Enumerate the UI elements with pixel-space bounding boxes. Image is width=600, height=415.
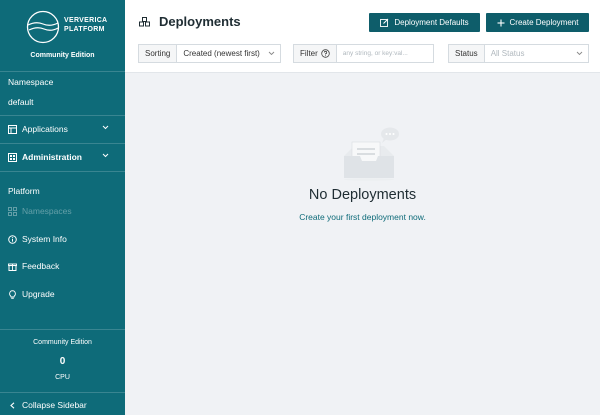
sidebar-item-label: Applications <box>22 124 68 134</box>
sidebar-item-label: Feedback <box>22 261 60 271</box>
create-deployment-label: Create Deployment <box>509 18 579 27</box>
page-title: Deployments <box>159 14 241 29</box>
sidebar-item-upgrade[interactable]: Upgrade <box>0 284 125 304</box>
sidebar-divider <box>0 329 125 330</box>
sidebar-divider <box>0 392 125 393</box>
namespaces-icon <box>8 206 17 216</box>
status-control: Status All Status <box>448 44 589 63</box>
create-first-deployment-link[interactable]: Create your first deployment now. <box>125 212 600 222</box>
sidebar: VERVERICA PLATFORM Community Edition Nam… <box>0 0 125 415</box>
gift-icon <box>8 262 17 271</box>
platform-section-label: Platform <box>8 186 40 196</box>
filter-control: Filter any string, or key:val... <box>293 44 434 63</box>
applications-icon <box>8 124 17 134</box>
sidebar-item-label: Namespaces <box>22 206 72 216</box>
sidebar-divider <box>0 171 125 172</box>
sidebar-divider <box>0 71 125 72</box>
empty-inbox-icon <box>344 127 399 181</box>
filter-label-box: Filter <box>294 45 337 62</box>
chevron-down-icon <box>102 125 109 130</box>
filter-input[interactable]: any string, or key:val... <box>337 45 433 62</box>
edition-label: Community Edition <box>30 52 95 59</box>
page-header: Deployments Deployment Defaults Create D… <box>125 0 600 73</box>
sidebar-item-label: System Info <box>22 234 67 244</box>
sorting-value: Created (newest first) <box>183 49 260 58</box>
deployments-icon <box>139 17 150 27</box>
edit-icon <box>380 18 389 27</box>
sidebar-item-namespaces: Namespaces <box>0 201 125 221</box>
empty-state: No Deployments Create your first deploym… <box>125 74 600 415</box>
namespace-selector[interactable]: default <box>8 97 34 107</box>
empty-state-title: No Deployments <box>308 187 417 203</box>
collapse-sidebar-label: Collapse Sidebar <box>22 400 87 410</box>
collapse-sidebar-button[interactable]: Collapse Sidebar <box>0 395 125 415</box>
deployment-defaults-label: Deployment Defaults <box>394 18 469 27</box>
brand-line-2: PLATFORM <box>64 26 105 33</box>
sidebar-item-label: Administration <box>22 152 82 162</box>
brand-line-1: VERVERICA <box>64 17 108 24</box>
sidebar-item-administration[interactable]: Administration <box>0 147 125 167</box>
cpu-label: CPU <box>55 374 70 381</box>
chevron-down-icon <box>268 51 275 56</box>
sorting-label: Sorting <box>139 45 178 62</box>
sidebar-item-system-info[interactable]: System Info <box>0 229 125 249</box>
status-value: All Status <box>490 49 525 58</box>
ververica-logo-icon <box>26 10 60 44</box>
sorting-select[interactable]: Created (newest first) <box>177 45 280 62</box>
sidebar-item-label: Upgrade <box>22 289 55 299</box>
footer-edition-label: Community Edition <box>33 339 92 346</box>
create-deployment-button[interactable]: Create Deployment <box>486 13 589 32</box>
chevron-down-icon <box>576 51 583 56</box>
namespace-label: Namespace <box>8 77 54 87</box>
brand-name: VERVERICA PLATFORM <box>64 16 107 34</box>
help-icon[interactable] <box>321 49 330 58</box>
status-label: Status <box>449 45 485 62</box>
administration-icon <box>8 152 17 162</box>
sorting-control: Sorting Created (newest first) <box>138 44 281 63</box>
chevron-left-icon <box>8 401 17 410</box>
sidebar-item-applications[interactable]: Applications <box>0 119 125 139</box>
cpu-count: 0 <box>59 356 66 367</box>
chevron-down-icon <box>102 153 109 158</box>
deployment-defaults-button[interactable]: Deployment Defaults <box>369 13 480 32</box>
sidebar-divider <box>0 143 125 144</box>
lightbulb-icon <box>8 289 17 299</box>
sidebar-divider <box>0 115 125 116</box>
sidebar-item-feedback[interactable]: Feedback <box>0 256 125 276</box>
info-icon <box>8 234 17 244</box>
status-select[interactable]: All Status <box>485 45 588 62</box>
plus-icon <box>497 19 505 27</box>
filter-label: Filter <box>300 49 318 58</box>
